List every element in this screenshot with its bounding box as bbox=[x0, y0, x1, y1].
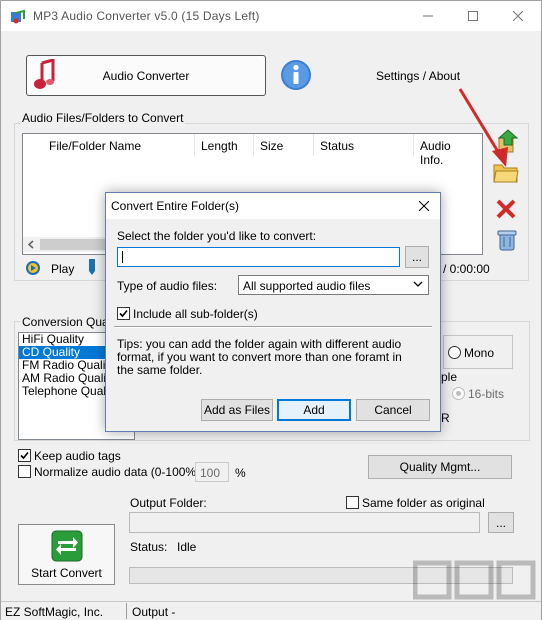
column-header-name[interactable]: File/Folder Name bbox=[43, 134, 195, 156]
status-bar: EZ SoftMagic, Inc. Output - bbox=[1, 601, 541, 620]
files-group-title: Audio Files/Folders to Convert bbox=[20, 111, 186, 125]
dialog-browse-button[interactable]: ... bbox=[405, 246, 429, 268]
play-icon[interactable] bbox=[25, 260, 41, 276]
remove-icon[interactable] bbox=[495, 198, 517, 220]
text-cursor bbox=[122, 251, 123, 263]
dialog-select-prompt: Select the folder you'd like to convert: bbox=[117, 229, 317, 243]
music-note-icon bbox=[34, 59, 55, 89]
play-label[interactable]: Play bbox=[51, 262, 74, 276]
statusbar-divider bbox=[126, 603, 127, 619]
column-header-size[interactable]: Size bbox=[254, 134, 314, 156]
window-title: MP3 Audio Converter v5.0 (15 Days Left) bbox=[33, 9, 260, 23]
output-folder-label: Output Folder: bbox=[130, 496, 207, 510]
add-button[interactable]: Add bbox=[277, 399, 351, 421]
mono-radio[interactable] bbox=[448, 346, 461, 359]
column-header-status[interactable]: Status bbox=[314, 134, 414, 156]
scroll-left-icon[interactable] bbox=[27, 240, 35, 249]
quality-mgmt-button[interactable]: Quality Mgmt... bbox=[368, 455, 512, 479]
dialog-title-bar: Convert Entire Folder(s) bbox=[106, 193, 440, 219]
dialog-close-icon[interactable] bbox=[408, 193, 440, 219]
dialog-type-label: Type of audio files: bbox=[117, 279, 218, 293]
pointer-arrow-icon bbox=[458, 88, 508, 167]
dialog-folder-input[interactable] bbox=[117, 247, 400, 267]
bits-label: 16-bits bbox=[468, 387, 505, 401]
status-value: Idle bbox=[177, 540, 197, 554]
cancel-button[interactable]: Cancel bbox=[356, 399, 430, 421]
same-folder-label: Same folder as original bbox=[362, 496, 485, 510]
r-label-partial: R bbox=[441, 411, 450, 425]
audio-converter-label: Audio Converter bbox=[102, 68, 190, 83]
include-subfolders-label: Include all sub-folder(s) bbox=[133, 307, 258, 321]
start-convert-button[interactable]: Start Convert bbox=[18, 524, 115, 585]
main-window: MP3 Audio Converter v5.0 (15 Days Left) … bbox=[0, 0, 542, 620]
same-folder-checkbox[interactable] bbox=[346, 496, 359, 509]
dialog-tips: Tips: you can add the folder again with … bbox=[117, 337, 402, 377]
output-folder-input[interactable] bbox=[129, 512, 480, 533]
dialog-title: Convert Entire Folder(s) bbox=[111, 199, 240, 213]
volume-slider-icon[interactable] bbox=[87, 259, 97, 275]
dialog-type-value: All supported audio files bbox=[243, 279, 371, 293]
normalize-checkbox[interactable] bbox=[18, 465, 31, 478]
close-icon[interactable] bbox=[495, 1, 540, 31]
add-as-files-button[interactable]: Add as Files bbox=[201, 399, 273, 421]
audio-converter-button[interactable]: Audio Converter bbox=[26, 55, 266, 96]
minimize-icon[interactable] bbox=[405, 1, 450, 31]
keep-tags-label: Keep audio tags bbox=[34, 449, 121, 463]
normalize-label: Normalize audio data (0-100%): bbox=[34, 465, 204, 479]
include-subfolders-checkbox[interactable] bbox=[117, 307, 130, 320]
app-icon bbox=[11, 9, 25, 24]
dialog-separator bbox=[114, 326, 432, 328]
column-header-length[interactable]: Length bbox=[195, 134, 254, 156]
settings-about-link[interactable]: Settings / About bbox=[376, 69, 460, 83]
watermark-logo bbox=[413, 560, 536, 600]
status-label: Status: bbox=[130, 540, 168, 554]
dialog-type-select[interactable]: All supported audio files bbox=[238, 275, 429, 295]
chevron-down-icon bbox=[413, 281, 423, 287]
percent-label: % bbox=[235, 466, 246, 480]
bits-radio[interactable] bbox=[452, 387, 465, 400]
output-browse-button[interactable]: ... bbox=[488, 512, 514, 533]
statusbar-company: EZ SoftMagic, Inc. bbox=[5, 605, 104, 619]
clear-list-icon[interactable] bbox=[496, 228, 518, 252]
mono-label: Mono bbox=[464, 346, 495, 360]
start-convert-label: Start Convert bbox=[31, 565, 102, 580]
maximize-icon[interactable] bbox=[450, 1, 495, 31]
keep-tags-checkbox[interactable] bbox=[18, 449, 31, 462]
convert-arrows-icon bbox=[51, 530, 82, 561]
player-time: / 0:00:00 bbox=[443, 262, 490, 276]
statusbar-output: Output - bbox=[132, 605, 176, 619]
info-icon[interactable] bbox=[279, 58, 313, 92]
sample-label-partial: ple bbox=[441, 370, 458, 384]
normalize-input[interactable]: 100 bbox=[195, 462, 229, 482]
title-bar: MP3 Audio Converter v5.0 (15 Days Left) bbox=[1, 1, 541, 31]
column-header-checkbox[interactable] bbox=[23, 134, 43, 156]
convert-folder-dialog: Convert Entire Folder(s) Select the fold… bbox=[105, 192, 441, 432]
